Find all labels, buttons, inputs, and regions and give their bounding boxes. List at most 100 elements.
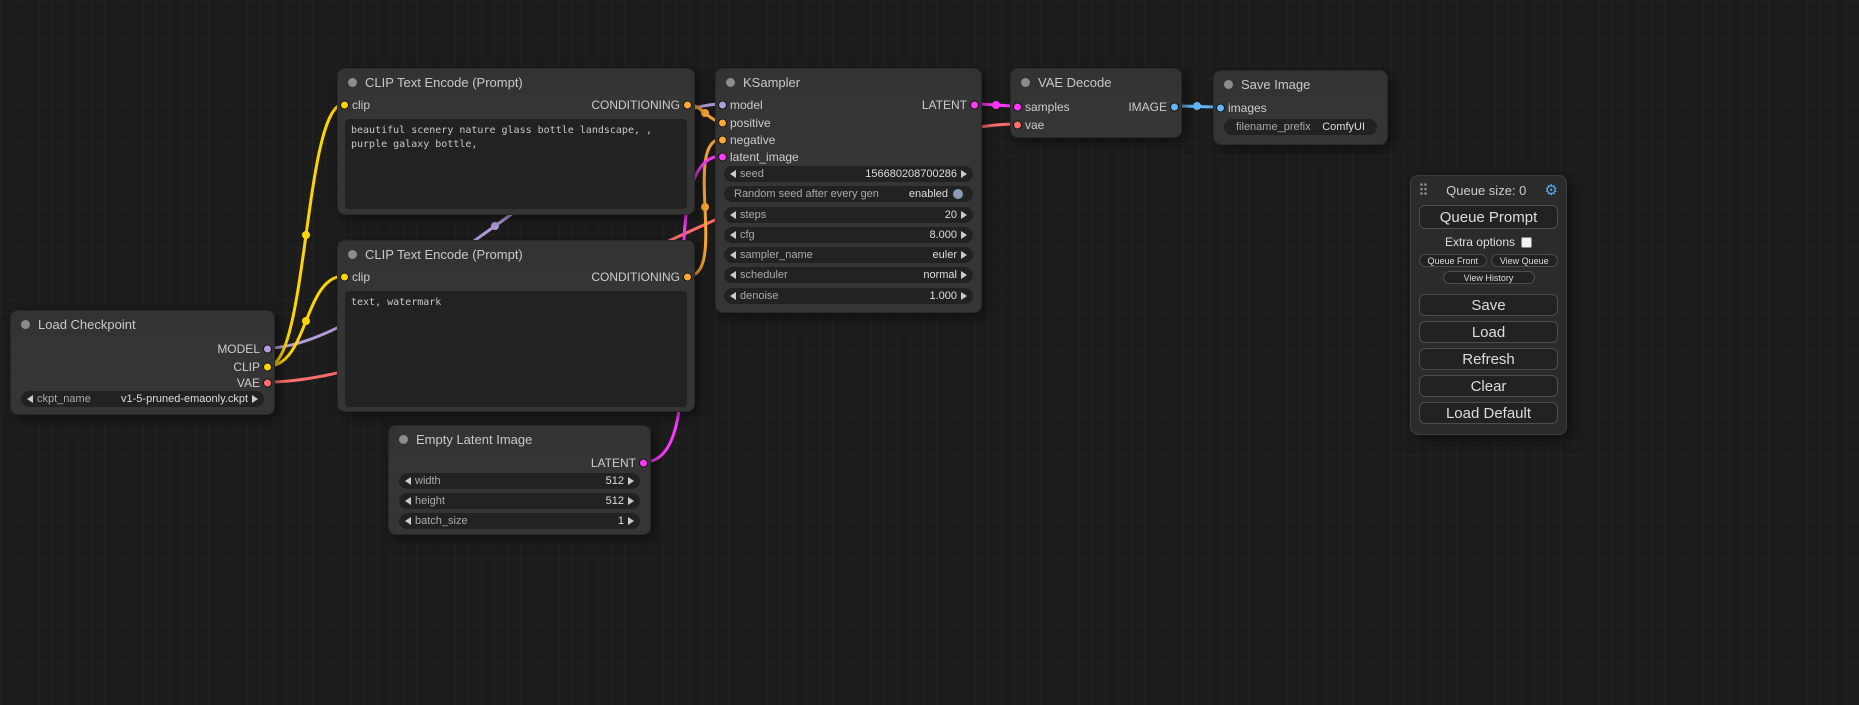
cfg-widget[interactable]: cfg 8.000: [724, 227, 973, 243]
scheduler-widget[interactable]: scheduler normal: [724, 267, 973, 283]
slot-label: CONDITIONING: [591, 270, 680, 284]
decrement-arrow-icon[interactable]: [27, 395, 33, 403]
slot-label: samples: [1025, 100, 1070, 114]
slot-label: CONDITIONING: [591, 98, 680, 112]
latent-output-slot[interactable]: [970, 101, 979, 110]
samples-input-slot[interactable]: [1013, 103, 1022, 112]
refresh-button[interactable]: Refresh: [1419, 348, 1558, 370]
clip-output-slot[interactable]: [263, 363, 272, 372]
slot-label: LATENT: [922, 98, 967, 112]
decrement-arrow-icon[interactable]: [405, 517, 411, 525]
increment-arrow-icon[interactable]: [628, 497, 634, 505]
latent-output-slot[interactable]: [639, 459, 648, 468]
view-history-button[interactable]: View History: [1443, 271, 1535, 284]
height-widget[interactable]: height 512: [399, 493, 640, 509]
collapse-dot-icon[interactable]: [1224, 80, 1233, 89]
empty-latent-image-node[interactable]: Empty Latent Image LATENT width 512 heig…: [388, 425, 651, 535]
slot-label: latent_image: [730, 150, 799, 164]
seed-widget[interactable]: seed 156680208700286: [724, 166, 973, 182]
increment-arrow-icon[interactable]: [628, 517, 634, 525]
view-queue-button[interactable]: View Queue: [1491, 254, 1559, 267]
toggle-on-icon[interactable]: [953, 189, 963, 199]
model-input-slot[interactable]: [718, 101, 727, 110]
save-button[interactable]: Save: [1419, 294, 1558, 316]
queue-prompt-button[interactable]: Queue Prompt: [1419, 205, 1558, 229]
widget-label: seed: [740, 168, 764, 180]
clip-text-encode-negative-node[interactable]: CLIP Text Encode (Prompt) clip CONDITION…: [337, 240, 695, 412]
increment-arrow-icon[interactable]: [961, 271, 967, 279]
image-output-slot[interactable]: [1170, 103, 1179, 112]
decrement-arrow-icon[interactable]: [730, 271, 736, 279]
settings-gear-icon[interactable]: ⚙: [1545, 183, 1558, 198]
increment-arrow-icon[interactable]: [628, 477, 634, 485]
increment-arrow-icon[interactable]: [961, 251, 967, 259]
decrement-arrow-icon[interactable]: [730, 231, 736, 239]
node-title-bar[interactable]: CLIP Text Encode (Prompt): [338, 69, 694, 95]
increment-arrow-icon[interactable]: [961, 231, 967, 239]
vae-input-slot[interactable]: [1013, 121, 1022, 130]
collapse-dot-icon[interactable]: [21, 320, 30, 329]
positive-prompt-textarea[interactable]: beautiful scenery nature glass bottle la…: [345, 119, 687, 209]
increment-arrow-icon[interactable]: [252, 395, 258, 403]
conditioning-output-slot[interactable]: [683, 273, 692, 282]
width-widget[interactable]: width 512: [399, 473, 640, 489]
slot-label: IMAGE: [1128, 100, 1167, 114]
decrement-arrow-icon[interactable]: [730, 292, 736, 300]
increment-arrow-icon[interactable]: [961, 170, 967, 178]
decrement-arrow-icon[interactable]: [730, 170, 736, 178]
negative-prompt-textarea[interactable]: text, watermark: [345, 291, 687, 407]
slot-row: latent_image: [716, 149, 981, 165]
latent-image-input-slot[interactable]: [718, 153, 727, 162]
images-input-slot[interactable]: [1216, 104, 1225, 113]
node-title-bar[interactable]: VAE Decode: [1011, 69, 1181, 95]
load-checkpoint-node[interactable]: Load Checkpoint MODEL CLIP VAE ckpt_name…: [10, 310, 275, 415]
model-output-slot[interactable]: [263, 345, 272, 354]
widget-value: 8.000: [929, 229, 957, 241]
decrement-arrow-icon[interactable]: [730, 211, 736, 219]
node-title-bar[interactable]: Empty Latent Image: [389, 426, 650, 452]
collapse-dot-icon[interactable]: [348, 250, 357, 259]
clip-input-slot[interactable]: [340, 101, 349, 110]
queue-front-button[interactable]: Queue Front: [1419, 254, 1487, 267]
increment-arrow-icon[interactable]: [961, 211, 967, 219]
load-button[interactable]: Load: [1419, 321, 1558, 343]
collapse-dot-icon[interactable]: [399, 435, 408, 444]
node-title-bar[interactable]: CLIP Text Encode (Prompt): [338, 241, 694, 267]
positive-input-slot[interactable]: [718, 119, 727, 128]
random-seed-toggle-widget[interactable]: Random seed after every gen enabled: [724, 186, 973, 202]
decrement-arrow-icon[interactable]: [405, 477, 411, 485]
collapse-dot-icon[interactable]: [1021, 78, 1030, 87]
vae-decode-node[interactable]: VAE Decode samples IMAGE vae: [1010, 68, 1182, 138]
extra-options-checkbox[interactable]: [1521, 237, 1532, 248]
node-title-bar[interactable]: Save Image: [1214, 71, 1387, 97]
conditioning-output-slot[interactable]: [683, 101, 692, 110]
clear-button[interactable]: Clear: [1419, 375, 1558, 397]
widget-value: normal: [923, 269, 957, 281]
negative-input-slot[interactable]: [718, 136, 727, 145]
increment-arrow-icon[interactable]: [961, 292, 967, 300]
menu-drag-handle-icon[interactable]: [1419, 182, 1428, 199]
collapse-dot-icon[interactable]: [348, 78, 357, 87]
extra-options-label: Extra options: [1445, 235, 1515, 249]
sampler-name-widget[interactable]: sampler_name euler: [724, 247, 973, 263]
collapse-dot-icon[interactable]: [726, 78, 735, 87]
ckpt-name-widget[interactable]: ckpt_name v1-5-pruned-emaonly.ckpt: [21, 391, 264, 407]
save-image-node[interactable]: Save Image images filename_prefix ComfyU…: [1213, 70, 1388, 145]
decrement-arrow-icon[interactable]: [730, 251, 736, 259]
widget-label: cfg: [740, 229, 755, 241]
clip-text-encode-positive-node[interactable]: CLIP Text Encode (Prompt) clip CONDITION…: [337, 68, 695, 215]
steps-widget[interactable]: steps 20: [724, 207, 973, 223]
node-title-bar[interactable]: KSampler: [716, 69, 981, 95]
slot-label: negative: [730, 133, 775, 147]
load-default-button[interactable]: Load Default: [1419, 402, 1558, 424]
clip-input-slot[interactable]: [340, 273, 349, 282]
batch-size-widget[interactable]: batch_size 1: [399, 513, 640, 529]
vae-output-slot[interactable]: [263, 379, 272, 388]
widget-label: width: [415, 475, 441, 487]
decrement-arrow-icon[interactable]: [405, 497, 411, 505]
filename-prefix-widget[interactable]: filename_prefix ComfyUI: [1224, 119, 1377, 135]
node-title-bar[interactable]: Load Checkpoint: [11, 311, 274, 337]
slot-label: CLIP: [233, 360, 260, 374]
ksampler-node[interactable]: KSampler model LATENT positive negative …: [715, 68, 982, 313]
denoise-widget[interactable]: denoise 1.000: [724, 288, 973, 304]
